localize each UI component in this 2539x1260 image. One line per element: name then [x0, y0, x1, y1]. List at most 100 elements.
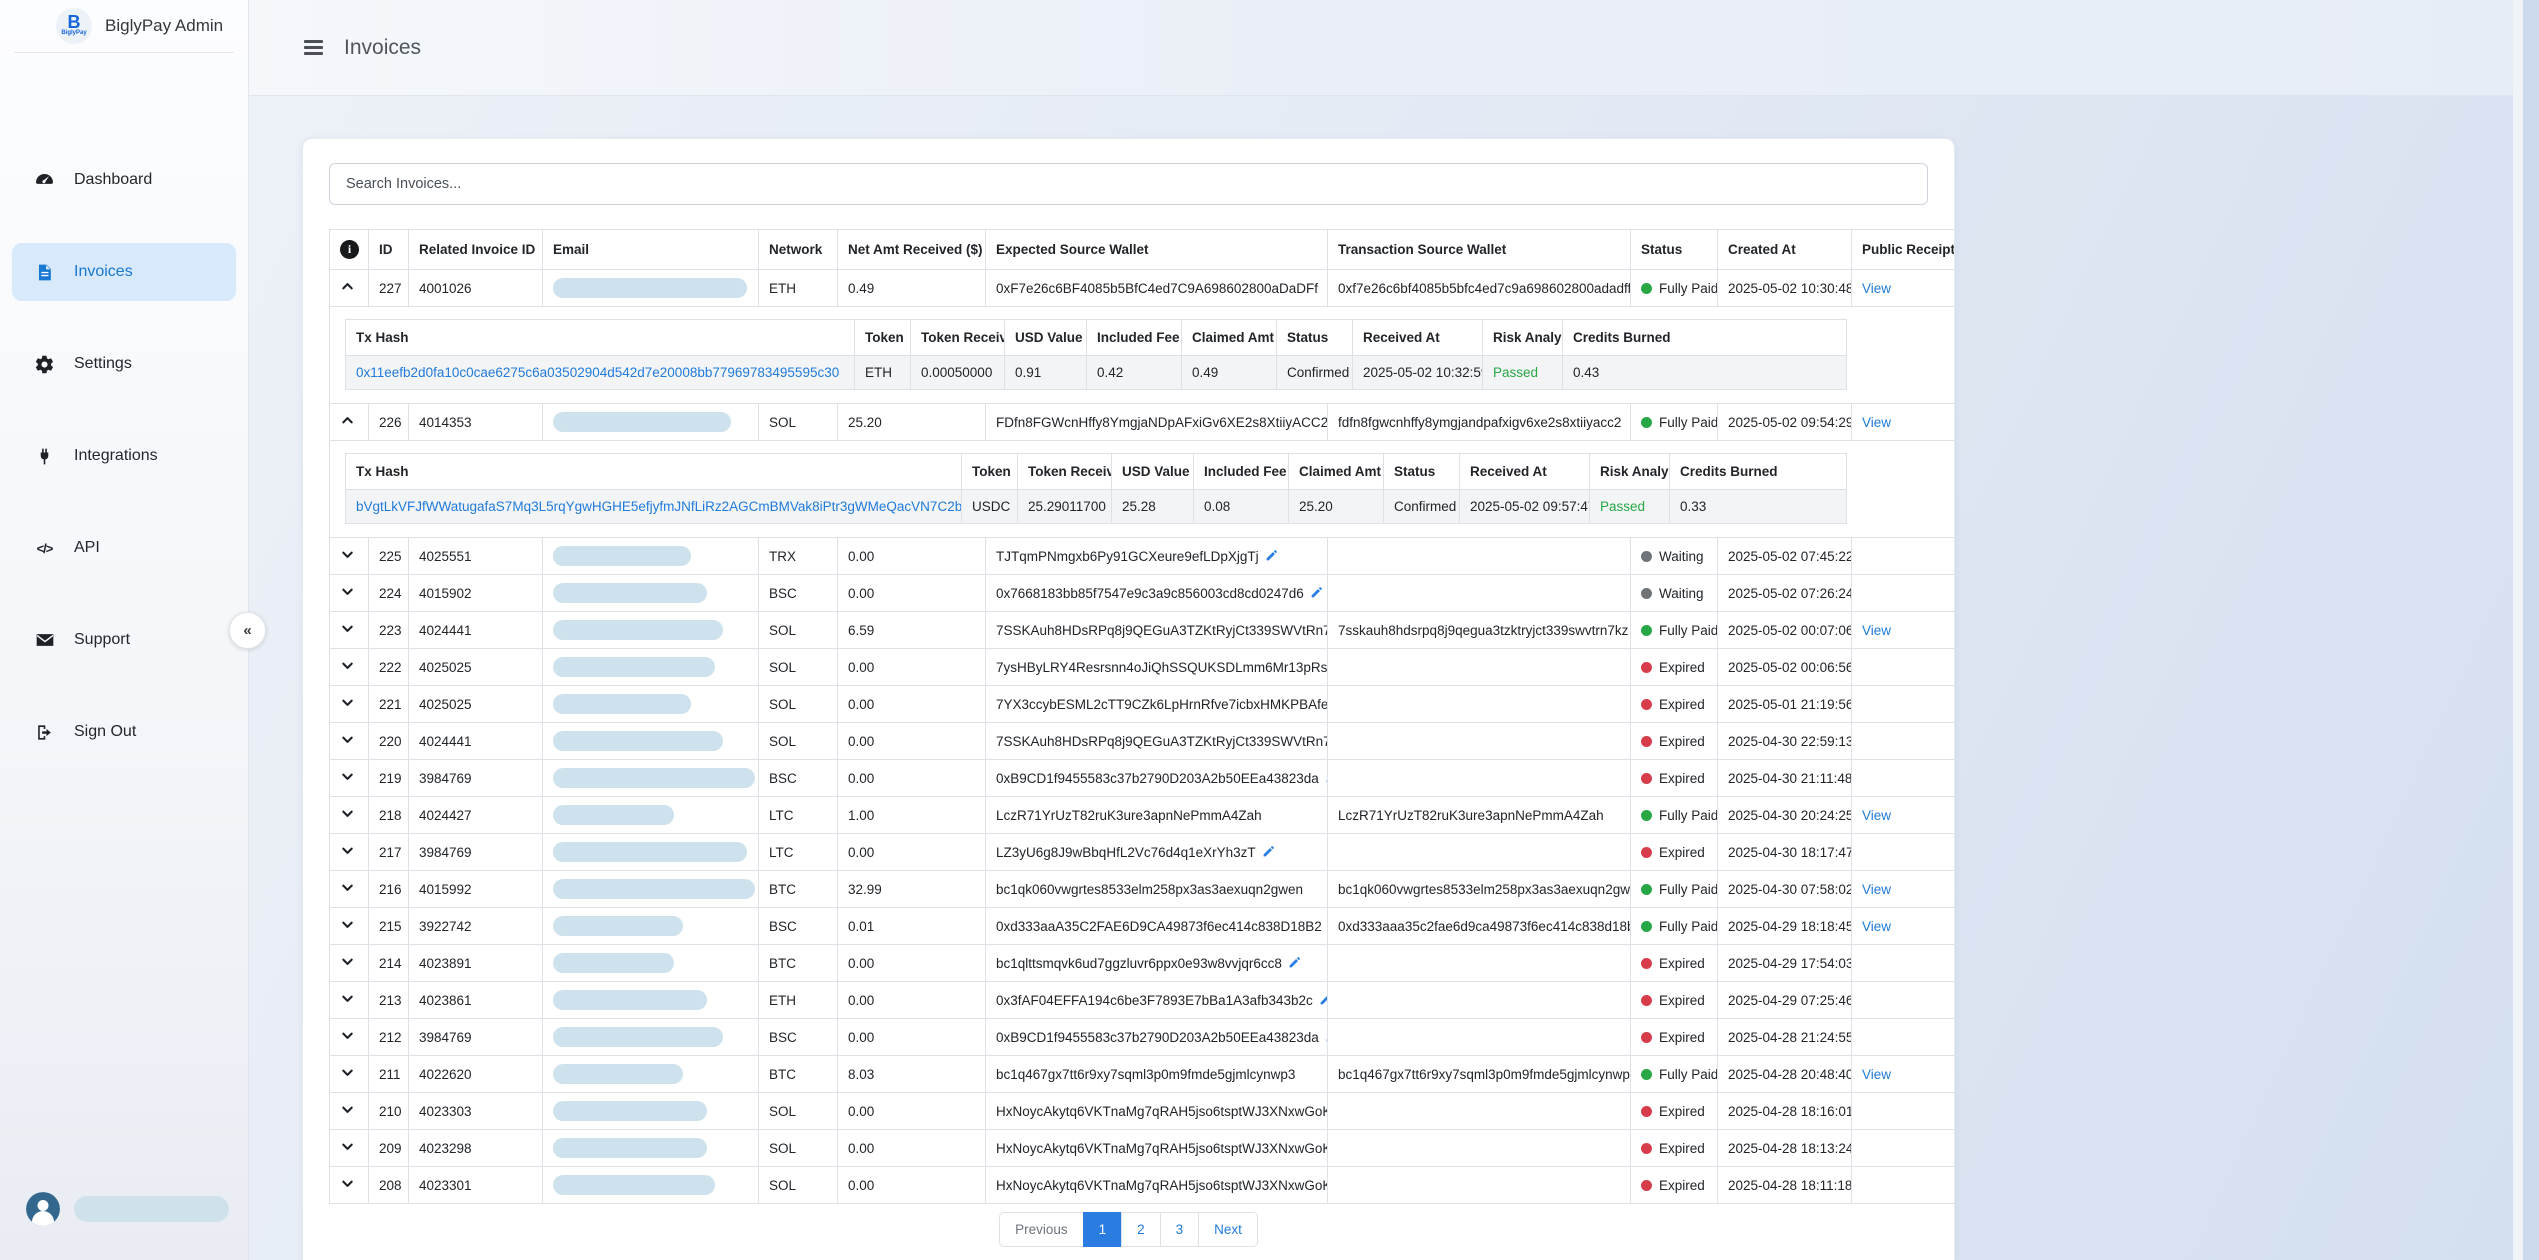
network-cell: SOL	[759, 1167, 838, 1204]
sidebar: B BiglyPay BiglyPay Admin DashboardInvoi…	[0, 0, 249, 1260]
status-badge: Waiting	[1659, 586, 1704, 601]
expand-row-icon[interactable]	[340, 695, 355, 710]
tx-hash-link[interactable]: 0x11eefb2d0fa10c0cae6275c6a03502904d542d…	[356, 365, 839, 380]
email-cell	[543, 612, 759, 649]
expand-row-icon[interactable]	[340, 1028, 355, 1043]
public-receipt-cell: View	[1852, 797, 1956, 834]
edit-wallet-icon[interactable]	[1265, 549, 1278, 562]
expand-cell	[330, 1167, 369, 1204]
status-cell: Expired	[1631, 945, 1718, 982]
sidebar-item-api[interactable]: </>API	[12, 519, 236, 577]
created-at-cell: 2025-05-02 00:06:56	[1718, 649, 1852, 686]
menu-icon[interactable]	[304, 37, 323, 59]
edit-wallet-icon[interactable]	[1262, 845, 1275, 858]
expand-row-icon[interactable]	[340, 954, 355, 969]
expected-wallet-cell: FDfn8FGWcnHffy8YmgjaNDpAFxiGv6XE2s8Xtiiy…	[986, 404, 1328, 441]
status-dot	[1641, 810, 1652, 821]
expand-row-icon[interactable]	[340, 1102, 355, 1117]
expand-row-icon[interactable]	[340, 880, 355, 895]
email-redacted	[553, 731, 723, 751]
expand-row-icon[interactable]	[340, 1139, 355, 1154]
page-item-previous[interactable]: Previous	[999, 1212, 1084, 1247]
edit-wallet-icon[interactable]	[1319, 993, 1328, 1006]
status-cell: Fully Paid	[1631, 1056, 1718, 1093]
status-cell: Fully Paid	[1631, 908, 1718, 945]
id-cell: 219	[369, 760, 409, 797]
expand-row-icon[interactable]	[340, 1065, 355, 1080]
page-item-2[interactable]: 2	[1121, 1212, 1161, 1247]
expected-wallet-cell: 7SSKAuh8HDsRPq8j9QEGuA3TZKtRyjCt339SWVtR…	[986, 612, 1328, 649]
sidebar-item-invoices[interactable]: Invoices	[12, 243, 236, 301]
expand-row-icon[interactable]	[340, 1176, 355, 1191]
email-redacted	[553, 1064, 683, 1084]
public-receipt-cell	[1852, 834, 1956, 871]
id-cell: 222	[369, 649, 409, 686]
email-redacted	[553, 953, 674, 973]
expand-row-icon[interactable]	[340, 991, 355, 1006]
related-invoice-id-cell: 3984769	[409, 1019, 543, 1056]
view-receipt-link[interactable]: View	[1862, 623, 1891, 638]
scrollbar-track[interactable]	[2513, 0, 2523, 1260]
user-chip[interactable]	[26, 1192, 229, 1226]
net-amt-cell: 0.00	[838, 538, 986, 575]
related-invoice-id-cell: 4023861	[409, 982, 543, 1019]
sidebar-item-settings[interactable]: Settings	[12, 335, 236, 393]
view-receipt-link[interactable]: View	[1862, 808, 1891, 823]
tx-hash-link[interactable]: bVgtLkVFJfWWatugafaS7Mq3L5rqYgwHGHE5efjy…	[356, 499, 962, 514]
net-amt-cell: 0.00	[838, 1167, 986, 1204]
related-invoice-id-cell: 4014353	[409, 404, 543, 441]
page-item-3[interactable]: 3	[1160, 1212, 1200, 1247]
email-redacted	[553, 768, 755, 788]
sidebar-item-support[interactable]: Support	[12, 611, 236, 669]
network-cell: BSC	[759, 1019, 838, 1056]
expand-row-icon[interactable]	[340, 547, 355, 562]
id-cell: 215	[369, 908, 409, 945]
related-invoice-id-cell: 4024441	[409, 723, 543, 760]
expand-row-icon[interactable]	[340, 658, 355, 673]
email-cell	[543, 1130, 759, 1167]
view-receipt-link[interactable]: View	[1862, 1067, 1891, 1082]
status-cell: Fully Paid	[1631, 612, 1718, 649]
view-receipt-link[interactable]: View	[1862, 281, 1891, 296]
edit-wallet-icon[interactable]	[1288, 956, 1301, 969]
email-cell	[543, 686, 759, 723]
sidebar-item-sign-out[interactable]: Sign Out	[12, 703, 236, 761]
transaction-wallet-cell: LczR71YrUzT82ruK3ure3apnNePmmA4Zah	[1328, 797, 1631, 834]
page-item-next[interactable]: Next	[1198, 1212, 1258, 1247]
expand-row-icon[interactable]	[340, 769, 355, 784]
view-receipt-link[interactable]: View	[1862, 882, 1891, 897]
sidebar-item-dashboard[interactable]: Dashboard	[12, 151, 236, 209]
collapse-row-icon[interactable]	[340, 279, 355, 294]
status-dot	[1641, 995, 1652, 1006]
expand-row-icon[interactable]	[340, 806, 355, 821]
collapse-row-icon[interactable]	[340, 413, 355, 428]
expand-row-icon[interactable]	[340, 917, 355, 932]
edit-wallet-icon[interactable]	[1310, 586, 1323, 599]
status-cell: Waiting	[1631, 575, 1718, 612]
public-receipt-cell	[1852, 1167, 1956, 1204]
email-cell	[543, 760, 759, 797]
token-cell: ETH	[855, 356, 911, 390]
credits-burned-cell: 0.43	[1563, 356, 1847, 390]
expand-row-icon[interactable]	[340, 732, 355, 747]
expand-row-icon[interactable]	[340, 584, 355, 599]
page-root: B BiglyPay BiglyPay Admin DashboardInvoi…	[0, 0, 2539, 1260]
view-receipt-link[interactable]: View	[1862, 919, 1891, 934]
info-icon: i	[340, 240, 359, 259]
column-header: Email	[543, 230, 759, 270]
related-invoice-id-cell: 4015992	[409, 871, 543, 908]
sidebar-collapse-button[interactable]: «	[229, 612, 266, 649]
view-receipt-link[interactable]: View	[1862, 415, 1891, 430]
expand-cell	[330, 723, 369, 760]
page-item-1[interactable]: 1	[1083, 1212, 1123, 1247]
column-header: Expected Source Wallet	[986, 230, 1328, 270]
email-redacted	[553, 990, 707, 1010]
search-input[interactable]	[329, 163, 1928, 205]
sub-column-header: Claimed Amt ($)	[1182, 320, 1277, 356]
expand-row-icon[interactable]	[340, 843, 355, 858]
expand-row-icon[interactable]	[340, 621, 355, 636]
sub-column-header: Token Received	[911, 320, 1005, 356]
status-badge: Fully Paid	[1659, 919, 1718, 934]
created-at-cell: 2025-05-02 07:45:22	[1718, 538, 1852, 575]
sidebar-item-integrations[interactable]: Integrations	[12, 427, 236, 485]
